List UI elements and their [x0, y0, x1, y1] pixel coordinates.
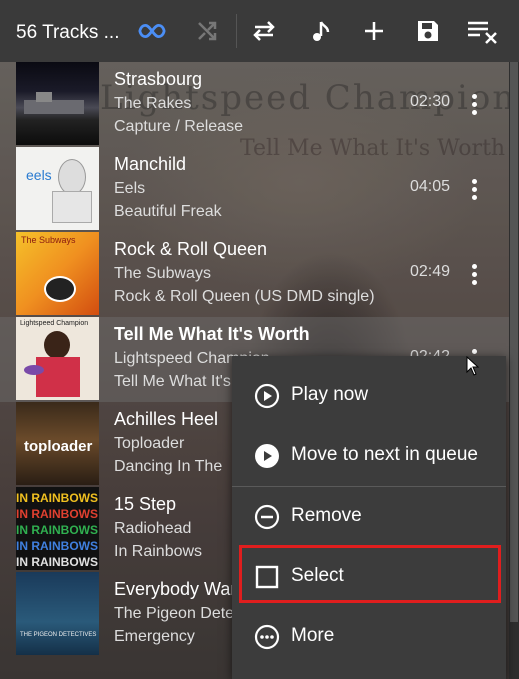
music-note-icon[interactable] [306, 17, 334, 45]
track-artist: The Rakes [114, 95, 192, 112]
menu-item-label: Move to next in queue [291, 444, 478, 465]
album-art-text: IN RAINBOWS [16, 555, 98, 569]
album-art-text: IN RAINBOWS [16, 507, 98, 521]
track-title: Rock & Roll Queen [114, 239, 268, 259]
add-icon[interactable] [360, 17, 388, 45]
play-next-icon [254, 443, 280, 469]
menu-item-move-next[interactable]: Move to next in queue [232, 426, 506, 484]
save-icon[interactable] [414, 17, 442, 45]
album-art: THE PIGEON DETECTIVES [16, 572, 99, 655]
track-duration: 04:05 [410, 178, 451, 195]
album-art-text: IN RAINBOWS [16, 491, 98, 505]
menu-item-label: More [291, 625, 335, 646]
select-highlight-box [239, 545, 501, 603]
track-row[interactable]: Strasbourg The Rakes Capture / Release 0… [0, 62, 509, 147]
album-art-text: toploader [24, 438, 93, 455]
mouse-cursor-icon [466, 355, 480, 376]
album-art: Lightspeed Champion [16, 317, 99, 400]
shuffle-icon[interactable] [193, 17, 221, 45]
header-divider [236, 14, 237, 48]
track-album: Rock & Roll Queen (US DMD single) [114, 288, 375, 305]
track-title: Tell Me What It's Worth [114, 324, 310, 344]
track-row[interactable]: eels Manchild Eels Beautiful Freak 04:05 [0, 147, 509, 232]
album-art-text: IN RAINBOWS [16, 523, 98, 537]
album-art [16, 62, 99, 145]
menu-item-label: Play now [291, 384, 369, 405]
track-artist: The Subways [114, 265, 211, 282]
album-art: IN RAINBOWS IN RAINBOWS IN RAINBOWS IN R… [16, 487, 99, 570]
queue-header: 56 Tracks ... [0, 0, 519, 62]
track-artist: Eels [114, 180, 146, 197]
menu-item-more[interactable]: More [232, 607, 506, 665]
play-circle-icon [254, 383, 280, 409]
track-duration: 02:49 [410, 263, 451, 280]
more-options-icon[interactable] [462, 177, 486, 203]
track-title: Achilles Heel [114, 409, 219, 429]
track-album: In Rainbows [114, 543, 203, 560]
clear-queue-icon[interactable] [466, 17, 502, 45]
more-circle-icon [254, 624, 280, 650]
track-album: Dancing In The [114, 458, 223, 475]
track-title: 15 Step [114, 494, 177, 514]
track-row[interactable]: The Subways Rock & Roll Queen The Subway… [0, 232, 509, 317]
scrollbar-thumb[interactable] [510, 62, 518, 622]
album-art-text: THE PIGEON DETECTIVES [20, 632, 97, 638]
track-album: Capture / Release [114, 118, 243, 135]
track-album: Beautiful Freak [114, 203, 222, 220]
infinity-icon[interactable] [138, 17, 166, 45]
track-title: Strasbourg [114, 69, 203, 89]
context-menu: Play now Move to next in queue Remove Se… [232, 356, 506, 679]
menu-item-label: Remove [291, 505, 362, 526]
track-duration: 02:30 [410, 93, 451, 110]
album-art-text: The Subways [21, 235, 76, 245]
page-title: 56 Tracks ... [16, 22, 120, 43]
menu-item-play-now[interactable]: Play now [232, 366, 506, 424]
menu-item-remove[interactable]: Remove [232, 487, 506, 545]
album-art-text: Lightspeed Champion [20, 320, 89, 327]
album-art: The Subways [16, 232, 99, 315]
album-art: toploader [16, 402, 99, 485]
track-artist: Toploader [114, 435, 185, 452]
swap-icon[interactable] [250, 17, 278, 45]
track-artist: Radiohead [114, 520, 192, 537]
album-art-text: eels [26, 167, 52, 183]
album-art: eels [16, 147, 99, 230]
more-options-icon[interactable] [462, 262, 486, 288]
track-album: Emergency [114, 628, 195, 645]
album-art-text: IN RAINBOWS [16, 539, 98, 553]
remove-circle-icon [254, 504, 280, 530]
track-title: Manchild [114, 154, 187, 174]
more-options-icon[interactable] [462, 92, 486, 118]
